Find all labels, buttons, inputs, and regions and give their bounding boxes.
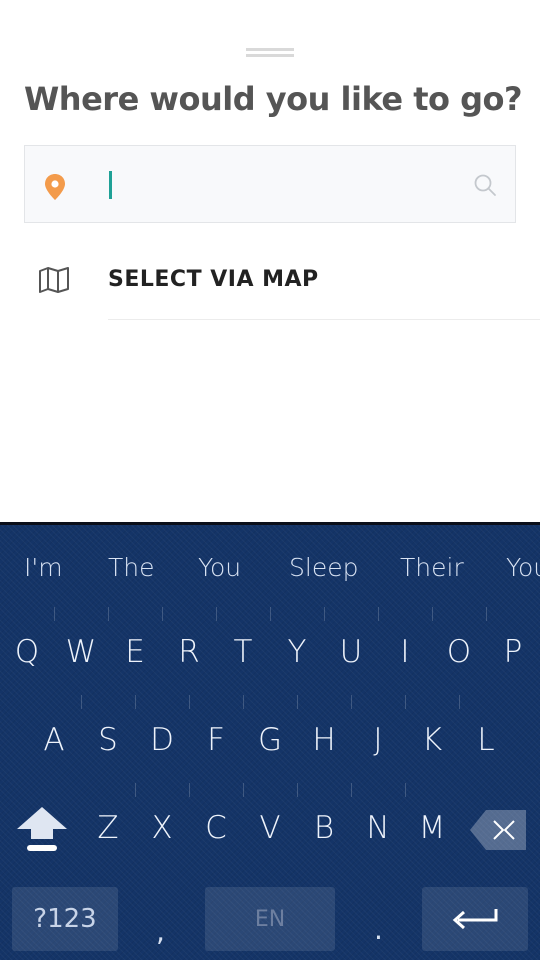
key-separator <box>486 607 487 621</box>
key-j[interactable]: J <box>351 722 405 758</box>
symbols-key-label: ?123 <box>33 904 97 934</box>
key-separator <box>297 783 298 797</box>
key-d[interactable]: D <box>135 722 189 758</box>
key-v[interactable]: V <box>243 810 297 846</box>
key-g[interactable]: G <box>243 722 297 758</box>
comma-key[interactable]: , <box>156 915 165 948</box>
key-separator <box>459 695 460 709</box>
key-c[interactable]: C <box>189 810 243 846</box>
key-separator <box>243 783 244 797</box>
key-t[interactable]: T <box>216 634 270 670</box>
suggestion-4[interactable]: Sleep <box>289 553 358 582</box>
symbols-key[interactable]: ?123 <box>12 887 118 951</box>
key-p[interactable]: P <box>486 634 540 670</box>
key-separator <box>432 607 433 621</box>
key-y[interactable]: Y <box>270 634 324 670</box>
key-separator <box>405 695 406 709</box>
space-bar[interactable]: EN <box>205 887 335 951</box>
key-separator <box>351 695 352 709</box>
key-separator <box>189 695 190 709</box>
key-separator <box>54 607 55 621</box>
key-n[interactable]: N <box>351 810 405 846</box>
key-f[interactable]: F <box>189 722 243 758</box>
key-separator <box>297 695 298 709</box>
key-u[interactable]: U <box>324 634 378 670</box>
suggestion-1[interactable]: I'm <box>24 553 63 582</box>
key-e[interactable]: E <box>108 634 162 670</box>
key-separator <box>189 783 190 797</box>
key-m[interactable]: M <box>405 810 459 846</box>
enter-key[interactable] <box>422 887 528 951</box>
key-r[interactable]: R <box>162 634 216 670</box>
key-x[interactable]: X <box>135 810 189 846</box>
select-via-map-option[interactable]: SELECT VIA MAP <box>0 240 540 320</box>
key-o[interactable]: O <box>432 634 486 670</box>
key-i[interactable]: I <box>378 634 432 670</box>
key-separator <box>135 783 136 797</box>
period-key[interactable]: . <box>374 913 383 946</box>
key-l[interactable]: L <box>459 722 513 758</box>
key-separator <box>135 695 136 709</box>
key-s[interactable]: S <box>81 722 135 758</box>
key-separator <box>162 607 163 621</box>
suggestion-2[interactable]: The <box>108 553 155 582</box>
key-separator <box>108 607 109 621</box>
select-via-map-label: SELECT VIA MAP <box>108 267 319 292</box>
destination-search-input[interactable] <box>117 166 461 206</box>
key-z[interactable]: Z <box>81 810 135 846</box>
key-q[interactable]: Q <box>0 634 54 670</box>
drag-handle[interactable] <box>246 48 294 57</box>
key-b[interactable]: B <box>297 810 351 846</box>
key-separator <box>81 695 82 709</box>
suggestion-3[interactable]: You <box>198 553 241 582</box>
location-pin-icon <box>45 174 65 200</box>
key-separator <box>351 783 352 797</box>
enter-icon <box>452 909 498 930</box>
key-a[interactable]: A <box>27 722 81 758</box>
key-separator <box>405 783 406 797</box>
key-k[interactable]: K <box>405 722 459 758</box>
key-separator <box>270 607 271 621</box>
key-h[interactable]: H <box>297 722 351 758</box>
divider <box>108 319 540 320</box>
key-separator <box>378 607 379 621</box>
text-cursor <box>109 171 112 199</box>
language-label: EN <box>254 906 286 932</box>
page-title: Where would you like to go? <box>24 80 523 118</box>
key-separator <box>243 695 244 709</box>
shift-icon[interactable] <box>14 805 70 855</box>
map-icon <box>39 267 69 293</box>
on-screen-keyboard: I'm The You Sleep Their You Q W E R T Y … <box>0 522 540 960</box>
key-separator <box>324 607 325 621</box>
destination-search-box[interactable] <box>24 145 516 223</box>
backspace-icon[interactable] <box>468 808 530 852</box>
suggestion-6[interactable]: You <box>506 553 540 582</box>
search-icon[interactable] <box>473 173 497 197</box>
key-separator <box>216 607 217 621</box>
key-w[interactable]: W <box>54 634 108 670</box>
suggestion-5[interactable]: Their <box>400 553 464 582</box>
